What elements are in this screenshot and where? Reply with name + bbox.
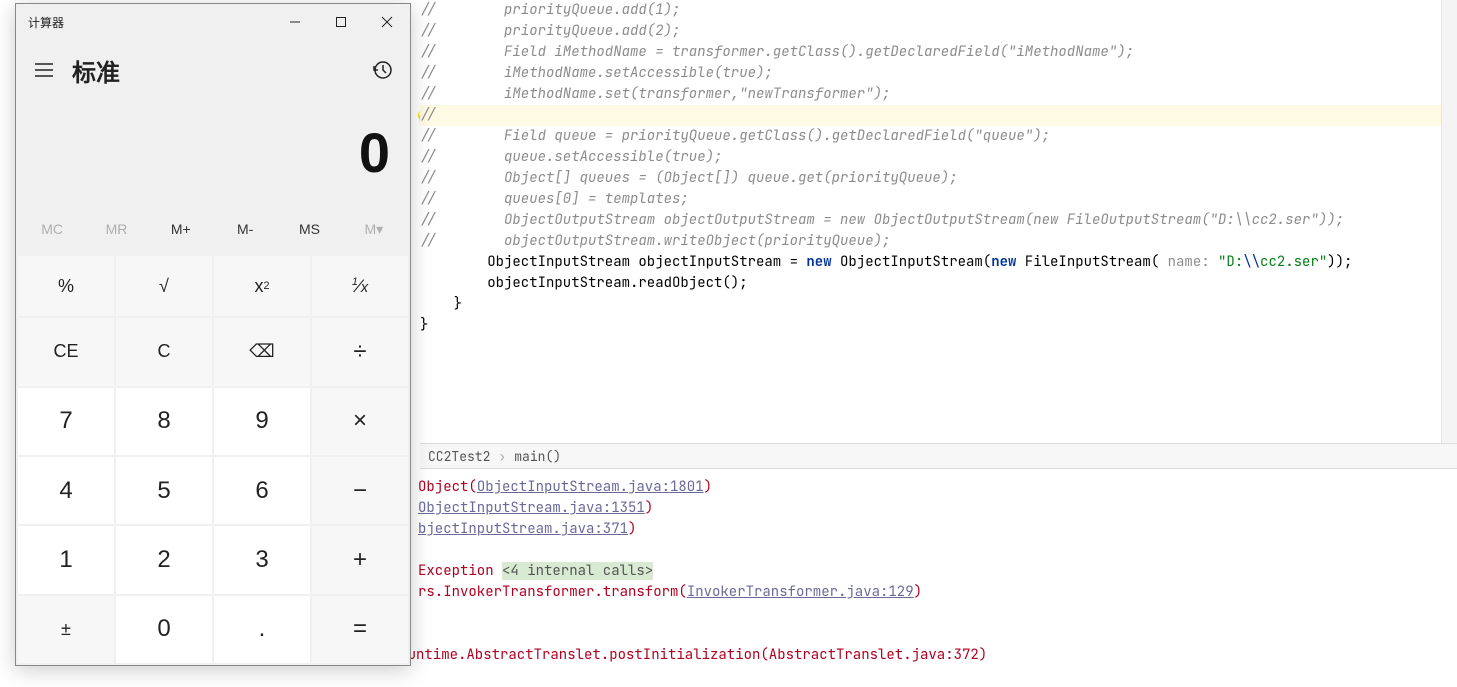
calculator-window: 计算器 标准 0 MC MR M+ M- MS M▾ % √ x2 1∕x CE… — [15, 3, 411, 666]
key-reciprocal[interactable]: 1∕x — [312, 256, 408, 316]
key-5[interactable]: 5 — [116, 457, 212, 524]
memory-plus[interactable]: M+ — [149, 209, 213, 250]
key-negate[interactable]: ± — [18, 596, 114, 663]
memory-recall[interactable]: MR — [84, 209, 148, 250]
chevron-right-icon: › — [498, 448, 506, 465]
key-c[interactable]: C — [116, 318, 212, 385]
maximize-button[interactable] — [318, 6, 364, 38]
key-add[interactable]: + — [312, 526, 408, 593]
memory-clear[interactable]: MC — [20, 209, 84, 250]
internal-calls-badge[interactable]: <4 internal calls> — [502, 562, 653, 580]
key-9[interactable]: 9 — [214, 388, 310, 455]
code-area[interactable]: // priorityQueue.add(1);// priorityQueue… — [420, 0, 1457, 443]
keypad: % √ x2 1∕x CE C ⌫ ÷ 7 8 9 × 4 5 6 − 1 2 … — [16, 254, 410, 665]
key-divide[interactable]: ÷ — [312, 318, 408, 385]
key-8[interactable]: 8 — [116, 388, 212, 455]
breadcrumb[interactable]: CC2Test2 › main() — [420, 443, 1457, 469]
close-button[interactable] — [364, 6, 410, 38]
stack-link[interactable]: bjectInputStream.java:371 — [418, 520, 628, 538]
memory-minus[interactable]: M- — [213, 209, 277, 250]
key-3[interactable]: 3 — [214, 526, 310, 593]
key-backspace[interactable]: ⌫ — [214, 318, 310, 385]
minimize-button[interactable] — [272, 6, 318, 38]
stack-text: Exception — [418, 562, 502, 580]
key-subtract[interactable]: − — [312, 457, 408, 524]
stack-link[interactable]: InvokerTransformer.java:129 — [687, 583, 914, 601]
key-sqrt[interactable]: √ — [116, 256, 212, 316]
stack-link[interactable]: ObjectInputStream.java:1351 — [418, 499, 645, 517]
key-square[interactable]: x2 — [214, 256, 310, 316]
stack-link[interactable]: ObjectInputStream.java:1801 — [477, 478, 704, 496]
memory-store[interactable]: MS — [277, 209, 341, 250]
key-equals[interactable]: = — [312, 596, 408, 663]
key-1[interactable]: 1 — [18, 526, 114, 593]
calculator-header: 标准 — [16, 40, 410, 100]
calculator-display: 0 — [16, 100, 410, 205]
history-icon[interactable] — [362, 50, 402, 90]
calculator-mode-label: 标准 — [72, 53, 362, 88]
key-ce[interactable]: CE — [18, 318, 114, 385]
key-percent[interactable]: % — [18, 256, 114, 316]
memory-row: MC MR M+ M- MS M▾ — [16, 205, 410, 254]
memory-list[interactable]: M▾ — [342, 209, 406, 250]
key-7[interactable]: 7 — [18, 388, 114, 455]
key-2[interactable]: 2 — [116, 526, 212, 593]
vertical-scrollbar[interactable] — [1441, 0, 1457, 443]
hamburger-menu-icon[interactable] — [24, 50, 64, 90]
key-4[interactable]: 4 — [18, 457, 114, 524]
stack-text: Object( — [418, 478, 477, 496]
breadcrumb-method[interactable]: main() — [514, 448, 561, 465]
titlebar[interactable]: 计算器 — [16, 4, 410, 40]
key-0[interactable]: 0 — [116, 596, 212, 663]
breadcrumb-class[interactable]: CC2Test2 — [428, 448, 490, 465]
stack-text: rs.InvokerTransformer.transform( — [418, 583, 687, 601]
window-title: 计算器 — [28, 14, 272, 31]
key-multiply[interactable]: × — [312, 388, 408, 455]
key-6[interactable]: 6 — [214, 457, 310, 524]
key-decimal[interactable]: . — [214, 596, 310, 663]
